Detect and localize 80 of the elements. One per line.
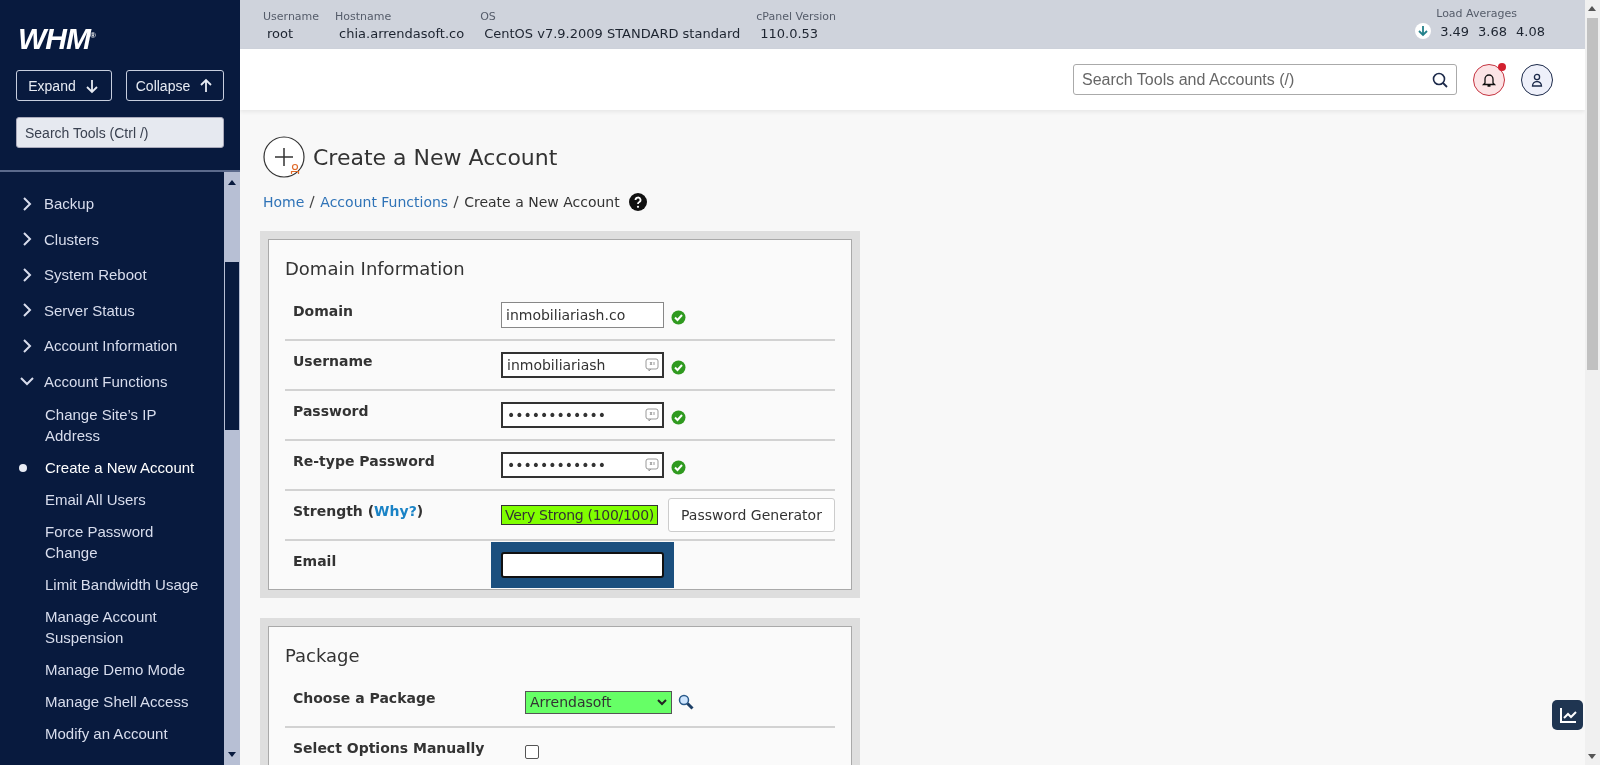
breadcrumb-separator-icon (453, 195, 460, 209)
sidebar-link[interactable]: Create a New Account (0, 452, 224, 484)
load-value: 4.08 (1516, 23, 1545, 39)
sidebar-link[interactable]: Manage Shell Access (0, 686, 224, 718)
info-label: cPanel Version (756, 10, 836, 24)
strength-meter: Very Strong (100/100) (501, 505, 658, 525)
package-dropdown[interactable]: Arrendasoft (525, 690, 672, 714)
scrollbar[interactable] (1585, 0, 1600, 765)
field-label: Email (293, 552, 338, 569)
sidebar-link[interactable]: Limit Bandwidth Usage (0, 569, 224, 601)
why-link[interactable]: Why? (374, 503, 417, 519)
info-label: OS (480, 10, 497, 24)
breadcrumb-link[interactable]: Home (263, 194, 305, 210)
breadcrumb-current: Create a New Account (464, 194, 620, 210)
caret-icon (657, 698, 667, 706)
breadcrumb-link[interactable]: Account Functions (320, 194, 449, 210)
checkbox[interactable] (525, 745, 539, 759)
scroll-down-icon (227, 751, 237, 759)
whm-logo: WHM$^{®}$ (18, 21, 95, 55)
field-label: Choose a Package (293, 689, 437, 706)
arrow-down-icon (1415, 23, 1432, 39)
sidebar-item[interactable]: System Reboot (0, 257, 224, 293)
info-label: Hostname (335, 10, 393, 24)
magnifier-icon (678, 694, 694, 710)
breadcrumb-separator-icon (309, 195, 316, 209)
scrollbar-thumb[interactable] (225, 262, 239, 430)
info-label: Username (263, 10, 320, 24)
field-label: Re-type Password (293, 452, 436, 469)
chart-button[interactable] (1552, 700, 1583, 730)
user-icon (1529, 71, 1545, 88)
sidebar-link[interactable]: Manage Account Suspension (0, 601, 224, 654)
section-heading: Domain Information (285, 258, 466, 279)
field-label: Domain (293, 302, 355, 319)
scroll-up-icon (227, 178, 237, 186)
sidebar-toggle-button[interactable]: Collapse (126, 70, 224, 101)
input-field[interactable] (501, 552, 664, 578)
sidebar-toggle-button[interactable]: Expand (16, 70, 112, 101)
field-label: Select Options Manually (293, 739, 486, 756)
arrow-down-icon (83, 77, 100, 94)
sidebar-item[interactable]: Clusters (0, 221, 224, 257)
search-icon (1432, 72, 1448, 88)
page-title: Create a New Account (313, 145, 558, 170)
info-value: CentOS v7.9.2009 STANDARD standard (483, 25, 741, 43)
input-field[interactable]: inmobiliariash.co (501, 302, 664, 328)
scroll-up-icon (1587, 5, 1597, 12)
sidebar-item[interactable]: Backup (0, 186, 224, 222)
scrollbar[interactable] (224, 172, 240, 765)
sidebar-link[interactable]: Force Password Change (0, 516, 224, 569)
input-field[interactable]: •••••••••••• (501, 402, 664, 428)
load-value: 3.68 (1478, 23, 1508, 39)
password-generator-button[interactable]: Password Generator (668, 498, 835, 532)
search-field[interactable]: Search Tools (Ctrl /) (16, 117, 224, 148)
user-menu-button[interactable] (1521, 63, 1553, 96)
input-field[interactable]: •••••••••••• (501, 452, 664, 478)
sidebar-item[interactable]: Account Information (0, 328, 224, 364)
section-heading: Package (285, 645, 361, 666)
field-label: Strength (Why?) (293, 502, 425, 519)
info-value: chia.arrendasoft.co (338, 25, 465, 43)
field-label: Username (293, 352, 374, 369)
sidebar-link[interactable]: Modify an Account (0, 718, 224, 750)
bullet-icon (18, 463, 27, 472)
sidebar-link[interactable]: Manage Demo Mode (0, 654, 224, 686)
info-label: Load Averages (1436, 7, 1517, 20)
field-label: Password (293, 402, 370, 419)
info-value: 110.0.53 (759, 25, 820, 43)
sidebar-link[interactable]: Email All Users (0, 484, 224, 516)
help-icon (628, 193, 647, 211)
search-field[interactable]: Search Tools and Accounts (/) (1073, 64, 1457, 95)
input-field[interactable]: inmobiliariash (501, 352, 664, 378)
sidebar-item[interactable]: Server Status (0, 292, 224, 328)
info-value: root (266, 25, 295, 43)
sidebar-item[interactable]: Account Functions (0, 363, 224, 399)
sidebar-link[interactable]: Change Site’s IP Address (0, 399, 224, 452)
notifications-button[interactable] (1473, 63, 1505, 96)
scroll-down-icon (1587, 753, 1597, 760)
line-chart-icon (1558, 706, 1577, 724)
bell-icon (1481, 71, 1497, 88)
scrollbar-thumb[interactable] (1587, 18, 1598, 370)
add-account-icon (263, 136, 306, 179)
load-value: 3.49 (1440, 23, 1470, 39)
